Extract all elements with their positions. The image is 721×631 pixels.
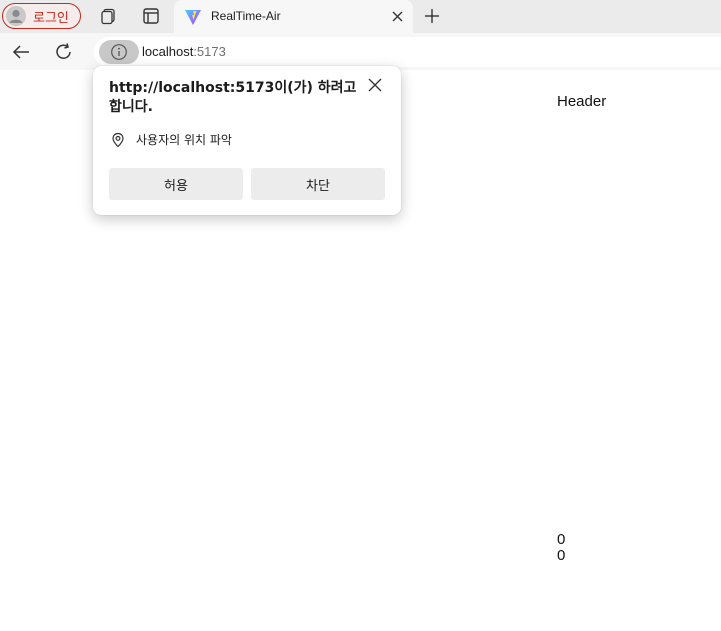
permission-text: 사용자의 위치 파악	[136, 133, 232, 147]
tab-actions-icon[interactable]	[141, 6, 161, 26]
address-bar[interactable]: localhost:5173	[94, 37, 721, 67]
profile-label: 로그인	[33, 10, 69, 26]
tab-strip: 로그인 RealTime-Air	[0, 0, 721, 33]
back-icon[interactable]	[10, 41, 32, 63]
close-dialog-icon[interactable]	[367, 77, 383, 93]
site-info-button[interactable]	[99, 40, 139, 64]
tab-title: RealTime-Air	[211, 9, 281, 23]
url-text[interactable]: localhost:5173	[142, 44, 226, 59]
allow-button[interactable]: 허용	[109, 168, 243, 200]
location-pin-icon	[112, 132, 124, 147]
latitude-value: 0	[557, 531, 566, 548]
longitude-value: 0	[557, 547, 566, 564]
workspaces-icon[interactable]	[99, 6, 119, 26]
url-host: localhost	[142, 44, 194, 59]
profile-button[interactable]: 로그인	[2, 3, 81, 29]
block-button[interactable]: 차단	[251, 168, 385, 200]
permission-row: 사용자의 위치 파악	[110, 131, 232, 148]
new-tab-icon[interactable]	[422, 6, 442, 26]
page-header-text: Header	[557, 93, 607, 110]
refresh-icon[interactable]	[53, 41, 75, 63]
dialog-heading: http://localhost:5173이(가) 하려고 합니다.	[109, 80, 357, 115]
location-permission-dialog: http://localhost:5173이(가) 하려고 합니다. 사용자의 …	[93, 66, 401, 215]
info-icon	[111, 44, 127, 60]
browser-toolbar: localhost:5173	[0, 33, 721, 70]
user-avatar-icon	[6, 6, 26, 26]
close-tab-icon[interactable]	[391, 10, 404, 23]
tab-realtime-air[interactable]: RealTime-Air	[174, 0, 413, 33]
vite-logo-icon	[185, 10, 201, 25]
url-port: :5173	[193, 44, 226, 59]
